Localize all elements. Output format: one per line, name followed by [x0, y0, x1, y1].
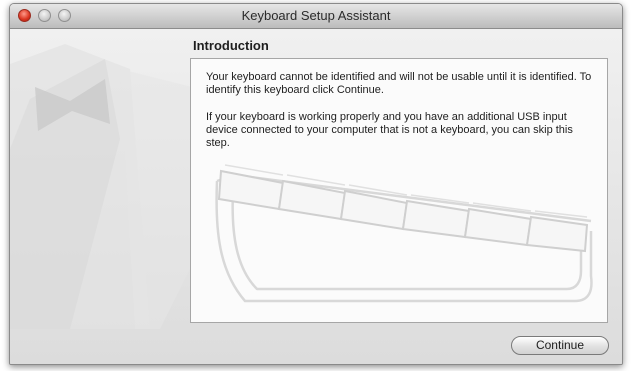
page-heading: Introduction: [193, 38, 269, 53]
title-bar[interactable]: Keyboard Setup Assistant: [10, 4, 622, 29]
skip-paragraph: If your keyboard is working properly and…: [206, 111, 573, 149]
keyboard-setup-window: Keyboard Setup Assistant Introduction Yo…: [9, 3, 623, 365]
content-panel: Your keyboard cannot be identified and w…: [190, 58, 608, 323]
intro-paragraph: Your keyboard cannot be identified and w…: [206, 71, 592, 96]
tuxedo-watermark-icon: [10, 44, 200, 329]
continue-button[interactable]: Continue: [511, 336, 609, 355]
window-title: Keyboard Setup Assistant: [241, 8, 391, 23]
assistant-content: Introduction Your keyboard cannot be ide…: [10, 29, 622, 364]
keyboard-illustration-icon: [215, 164, 593, 303]
